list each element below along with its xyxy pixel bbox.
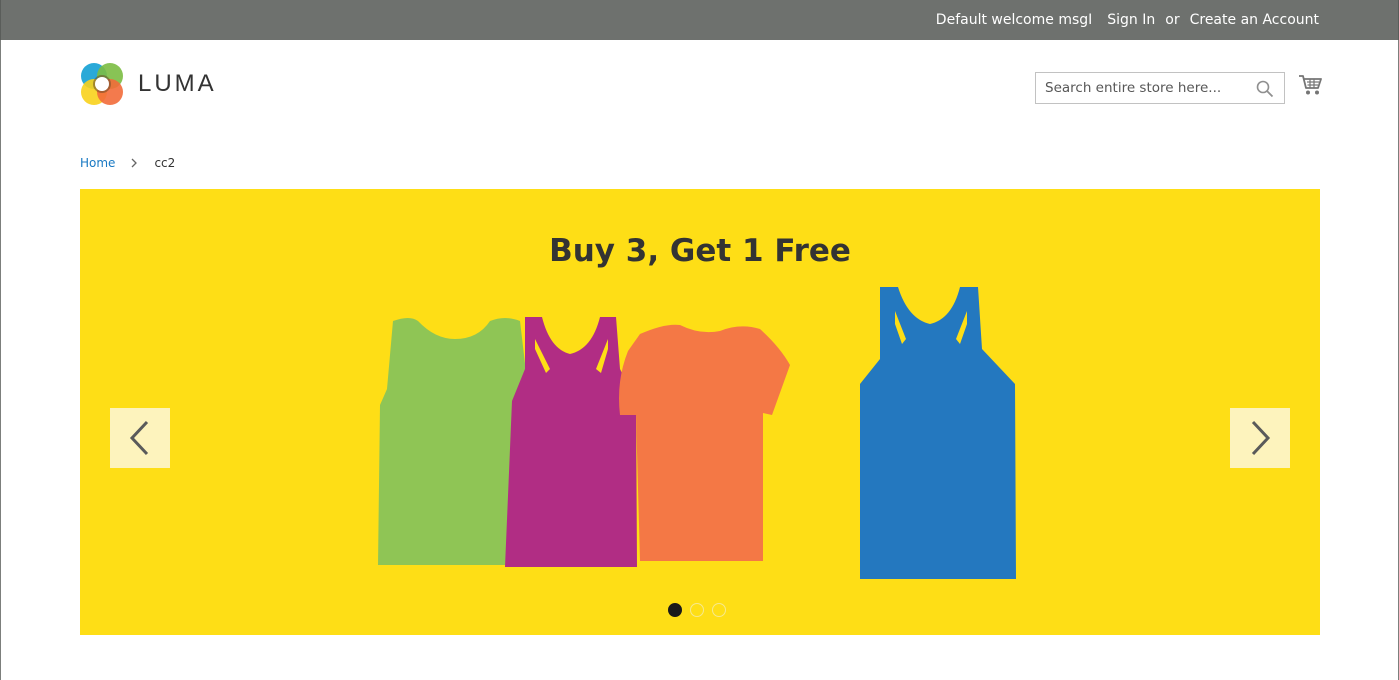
sign-in-link[interactable]: Sign In <box>1107 12 1155 28</box>
chevron-right-icon <box>1251 420 1271 456</box>
or-separator: or <box>1165 12 1180 28</box>
search-box <box>1035 72 1285 104</box>
welcome-message: Default welcome msgI <box>935 12 1093 28</box>
slider-next-button[interactable] <box>1230 408 1290 468</box>
magenta-tank-shirt <box>505 317 637 567</box>
slider-pagination <box>668 603 726 617</box>
slider-dot-3[interactable] <box>712 603 726 617</box>
breadcrumb: Home cc2 <box>80 156 175 170</box>
breadcrumb-current: cc2 <box>154 156 176 170</box>
store-logo[interactable]: LUMA <box>80 62 217 106</box>
promo-banner-slider: Buy 3, Get 1 Free <box>80 189 1320 635</box>
page-border-left <box>0 40 1 680</box>
slider-dot-2[interactable] <box>690 603 704 617</box>
breadcrumb-home-link[interactable]: Home <box>80 156 115 170</box>
search-input[interactable] <box>1036 73 1251 103</box>
luma-logo-icon <box>81 63 123 105</box>
blue-tank-shirt <box>860 287 1016 579</box>
chevron-left-icon <box>129 420 149 456</box>
banner-shirts-image <box>378 287 1016 579</box>
shopping-cart-icon[interactable] <box>1298 74 1322 96</box>
logo-wordmark: LUMA <box>138 70 217 97</box>
chevron-right-icon <box>131 158 138 168</box>
header-links: Default welcome msgI Sign In or Create a… <box>936 0 1319 40</box>
top-header-bar: Default welcome msgI Sign In or Create a… <box>0 0 1399 40</box>
slider-dot-1[interactable] <box>668 603 682 617</box>
magnifier-icon[interactable] <box>1256 80 1274 98</box>
create-account-link[interactable]: Create an Account <box>1190 12 1319 28</box>
slider-prev-button[interactable] <box>110 408 170 468</box>
orange-tshirt <box>619 324 790 561</box>
